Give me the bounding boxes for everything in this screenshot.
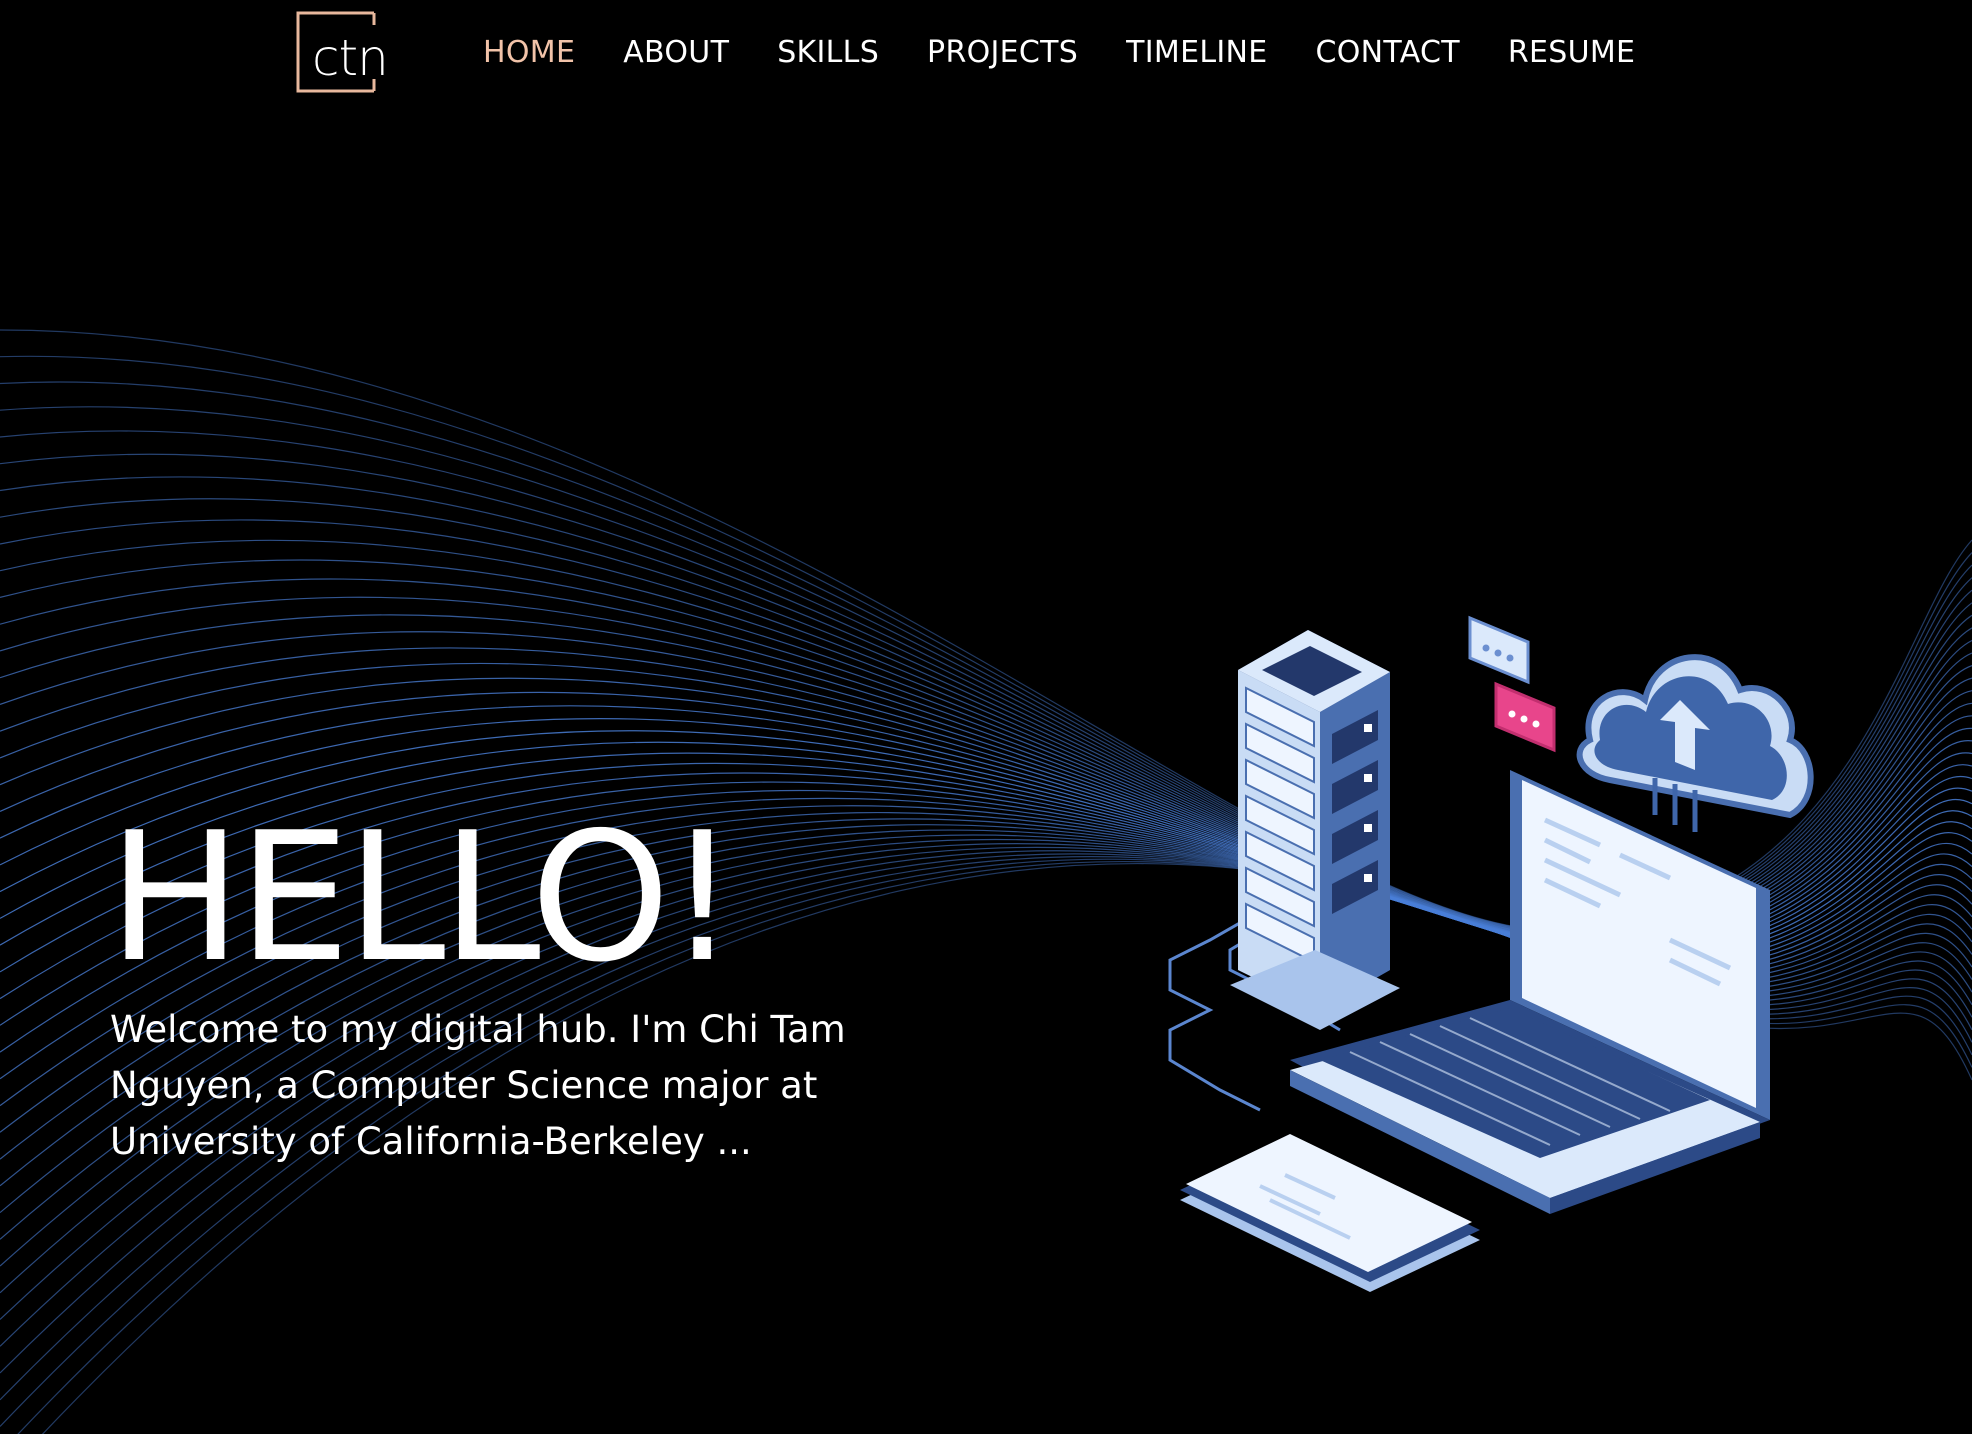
tech-illustration (1168, 615, 1814, 1292)
hero-intro: Welcome to my digital hub. I'm Chi Tam N… (110, 1008, 846, 1163)
nav-home[interactable]: HOME (483, 35, 575, 70)
nav-timeline[interactable]: TIMELINE (1126, 35, 1267, 70)
cloud-upload-icon (1576, 654, 1814, 832)
nav-resume[interactable]: RESUME (1508, 35, 1635, 70)
server-rack-icon (1230, 630, 1400, 1030)
tablet-icon (1180, 1134, 1480, 1292)
nav-skills[interactable]: SKILLS (777, 35, 879, 70)
page: ctn HOME ABOUT SKILLS PROJECTS TIMELINE … (0, 0, 1972, 1434)
nav-about[interactable]: ABOUT (623, 35, 729, 70)
navbar: ctn HOME ABOUT SKILLS PROJECTS TIMELINE … (0, 0, 1972, 105)
logo-text: ctn (312, 29, 388, 87)
main-nav: HOME ABOUT SKILLS PROJECTS TIMELINE CONT… (483, 30, 1635, 74)
nav-contact[interactable]: CONTACT (1316, 35, 1460, 70)
logo[interactable]: ctn (296, 11, 392, 93)
hero-title: HELLO! (108, 794, 738, 1001)
chat-bubble-icon (1468, 615, 1556, 753)
logo-mark-icon: ctn (296, 11, 389, 93)
nav-projects[interactable]: PROJECTS (927, 35, 1078, 70)
